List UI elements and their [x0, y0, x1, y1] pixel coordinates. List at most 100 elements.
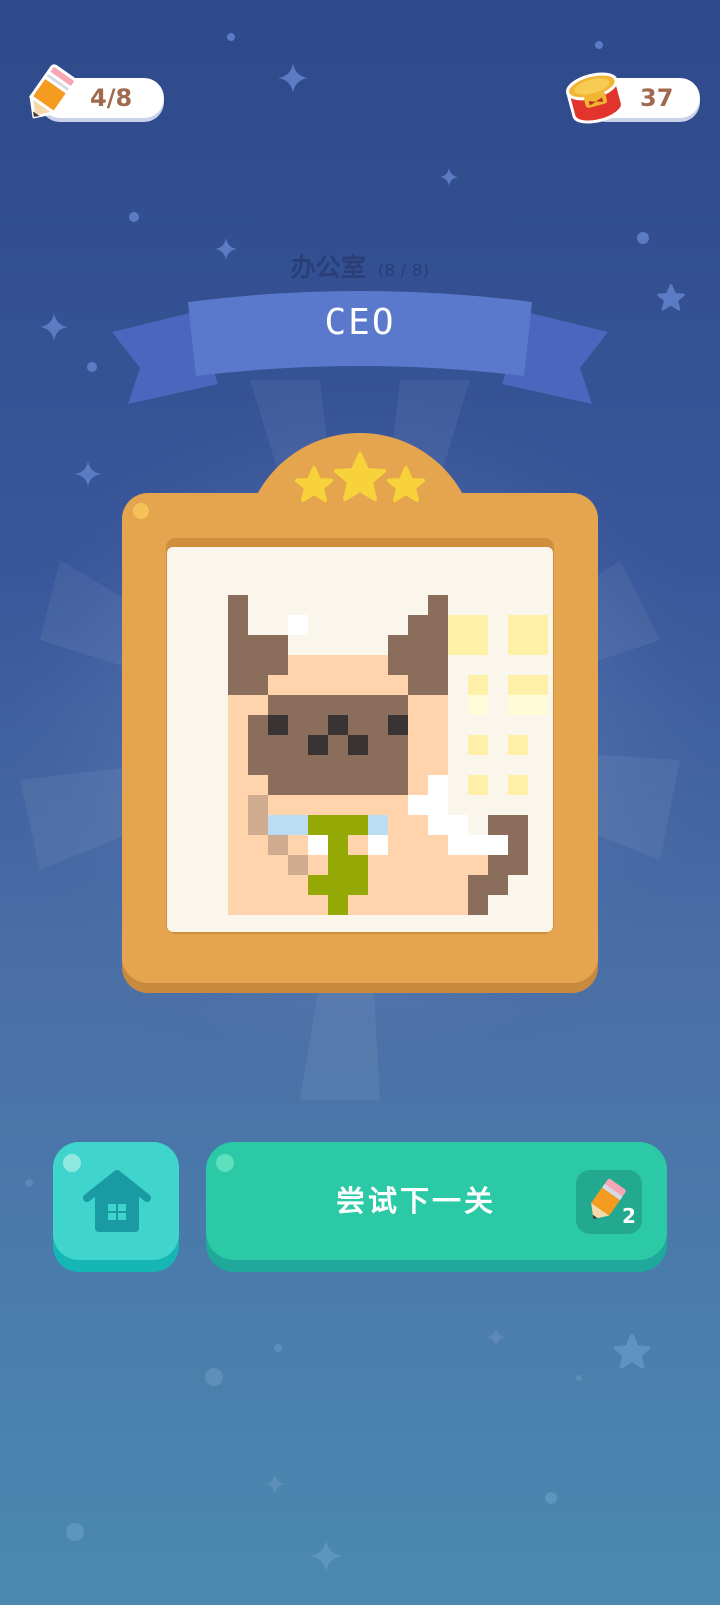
pixel	[488, 855, 508, 875]
pixel	[248, 655, 268, 675]
pixel	[308, 675, 328, 695]
pixel	[508, 775, 528, 795]
pixel	[488, 815, 508, 835]
pixel	[428, 875, 448, 895]
home-button[interactable]	[53, 1142, 179, 1272]
pixel	[308, 775, 328, 795]
pixel	[348, 875, 368, 895]
pixel	[448, 815, 468, 835]
coin-counter-text: 37	[640, 84, 674, 112]
pixel	[248, 735, 268, 755]
pixel	[348, 755, 368, 775]
pixel	[368, 815, 388, 835]
pixel	[468, 635, 488, 655]
pixel	[508, 855, 528, 875]
pixel	[408, 775, 428, 795]
pixel	[408, 675, 428, 695]
pixel	[328, 875, 348, 895]
pixel	[428, 795, 448, 815]
pixel	[228, 755, 248, 775]
star-icon	[387, 466, 425, 502]
pixel	[428, 655, 448, 675]
pixel	[348, 815, 368, 835]
pixel	[428, 735, 448, 755]
pixel	[408, 835, 428, 855]
pixel	[528, 675, 548, 695]
pixel	[508, 675, 528, 695]
pixel	[328, 775, 348, 795]
pixel	[388, 815, 408, 835]
pixel	[308, 795, 328, 815]
pixel	[448, 835, 468, 855]
pixel	[268, 895, 288, 915]
pixel	[228, 675, 248, 695]
pixel	[488, 875, 508, 895]
pixel	[368, 875, 388, 895]
pixel	[388, 695, 408, 715]
pixel	[348, 855, 368, 875]
pixel	[248, 675, 268, 695]
pencil-icon	[28, 64, 77, 119]
pixel	[348, 675, 368, 695]
pixel	[428, 695, 448, 715]
pixel	[328, 755, 348, 775]
pixel	[408, 755, 428, 775]
pixel	[248, 635, 268, 655]
pixel	[468, 775, 488, 795]
pixel	[228, 875, 248, 895]
pixel	[228, 895, 248, 915]
pixel	[268, 795, 288, 815]
pixel	[288, 715, 308, 735]
pixel	[228, 695, 248, 715]
pixel	[428, 635, 448, 655]
pixel	[428, 675, 448, 695]
pixel	[368, 655, 388, 675]
pixel	[408, 715, 428, 735]
pixel	[408, 635, 428, 655]
pixel	[288, 695, 308, 715]
pixel	[328, 695, 348, 715]
pixel	[448, 895, 468, 915]
pixel	[228, 595, 248, 615]
next-level-button[interactable]: 尝试下一关 2	[206, 1142, 667, 1272]
level-category: 办公室 (8 / 8)	[0, 248, 720, 284]
pixel	[228, 635, 248, 655]
pixel	[448, 635, 468, 655]
pixel	[448, 615, 468, 635]
pixel	[308, 715, 328, 735]
pixel	[308, 815, 328, 835]
pixel	[288, 815, 308, 835]
pixel	[468, 735, 488, 755]
pixel	[388, 855, 408, 875]
pixel	[368, 775, 388, 795]
pixel	[308, 855, 328, 875]
pixel	[248, 695, 268, 715]
pixel	[368, 855, 388, 875]
pixel	[508, 615, 528, 635]
pixel	[228, 795, 248, 815]
level-name: CEO	[324, 302, 396, 343]
pixel	[328, 675, 348, 695]
pixel	[328, 895, 348, 915]
pixel	[428, 835, 448, 855]
pixel	[428, 595, 448, 615]
pixel	[268, 715, 288, 735]
pixel	[228, 735, 248, 755]
pixel	[308, 655, 328, 675]
pixel	[368, 735, 388, 755]
pixel	[388, 895, 408, 915]
pixel	[268, 815, 288, 835]
pixel	[368, 675, 388, 695]
pixel	[328, 855, 348, 875]
pixel	[268, 755, 288, 775]
pixel	[428, 815, 448, 835]
pixel	[288, 735, 308, 755]
star-icon	[295, 466, 333, 502]
pixel	[408, 615, 428, 635]
pixel	[308, 895, 328, 915]
pixel	[348, 655, 368, 675]
pixel	[348, 715, 368, 735]
pixel	[388, 655, 408, 675]
pixel	[248, 835, 268, 855]
pixel	[408, 655, 428, 675]
